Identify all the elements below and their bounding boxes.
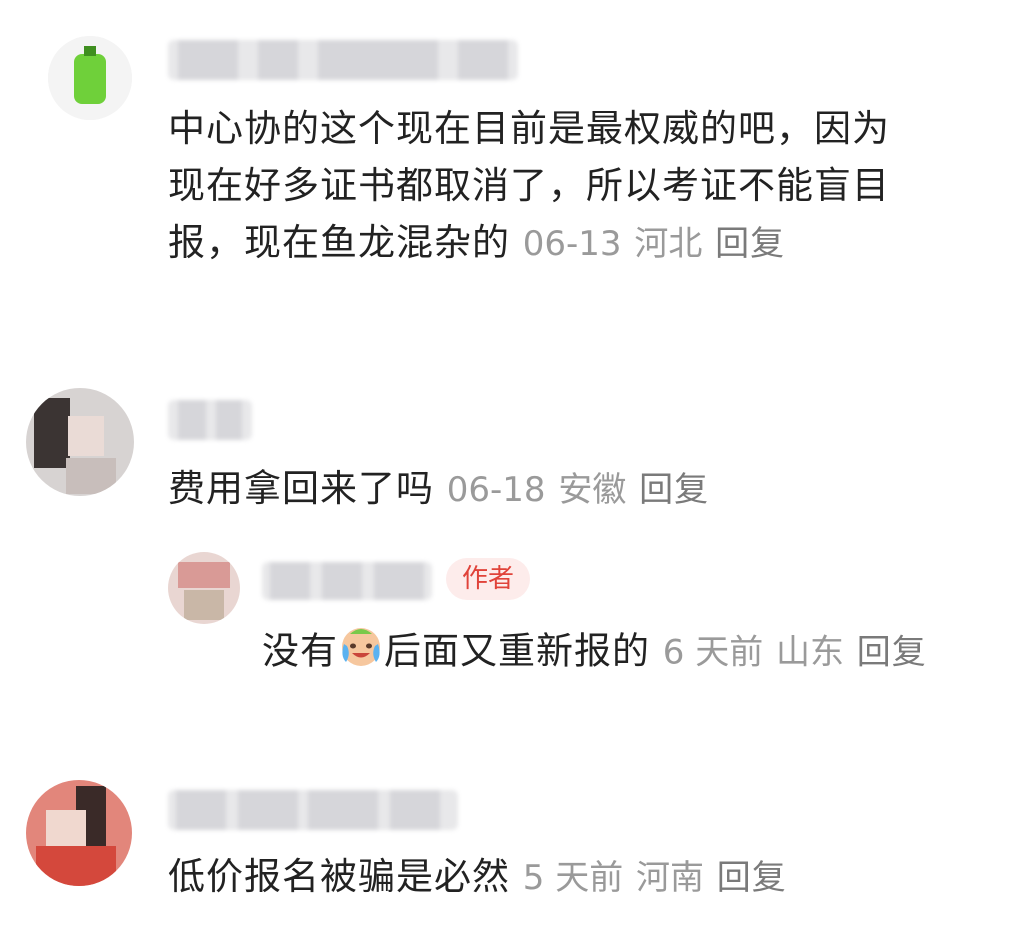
avatar-image — [26, 780, 132, 886]
reply-button[interactable]: 回复 — [639, 470, 709, 510]
reply-date: 6 天前 — [662, 632, 764, 673]
author-badge: 作者 — [446, 558, 531, 600]
comment-location: 河北 — [634, 224, 703, 264]
username-blurred[interactable] — [262, 562, 432, 600]
comment-location: 安徽 — [558, 470, 627, 510]
avatar[interactable] — [48, 36, 132, 120]
reply-button[interactable]: 回复 — [717, 858, 787, 898]
username-blurred[interactable] — [168, 40, 518, 80]
comment-text: 中心协的这个现在目前是最权威的吧，因为 现在好多证书都取消了，所以考证不能盲目 … — [168, 100, 988, 273]
comment-line: 中心协的这个现在目前是最权威的吧，因为 — [168, 107, 890, 150]
reply-text: 没有 后面又重新报的 6 天前 山东 回复 — [262, 622, 1002, 684]
reply-text-after: 后面又重新报的 — [384, 629, 650, 673]
comment-date: 06-13 — [522, 224, 622, 264]
comment-line: 现在好多证书都取消了，所以考证不能盲目 — [168, 164, 890, 207]
comment-line-text: 低价报名被骗是必然 — [168, 855, 510, 898]
reply-text-before: 没有 — [262, 629, 338, 673]
avatar[interactable] — [26, 780, 132, 886]
comment-text: 低价报名被骗是必然 5 天前 河南 回复 — [168, 848, 988, 907]
comment-line-text: 报，现在鱼龙混杂的 — [168, 221, 510, 264]
comment-date: 06-18 — [446, 470, 546, 510]
reply-button[interactable]: 回复 — [715, 224, 785, 264]
comment-line-text: 费用拿回来了吗 — [168, 467, 434, 510]
comment-text: 费用拿回来了吗 06-18 安徽 回复 — [168, 460, 988, 519]
avatar-image — [48, 36, 132, 120]
username-blurred[interactable] — [168, 400, 252, 440]
avatar[interactable] — [168, 552, 240, 624]
crying-laughing-emoji-icon — [338, 622, 384, 684]
comment-location: 河南 — [635, 858, 704, 898]
reply-button[interactable]: 回复 — [857, 633, 927, 673]
avatar[interactable] — [26, 388, 134, 496]
reply-location: 山东 — [775, 632, 844, 673]
username-blurred[interactable] — [168, 790, 458, 830]
avatar-image — [26, 388, 134, 496]
comment-line: 报，现在鱼龙混杂的 06-13 河北 回复 — [168, 214, 988, 273]
avatar-image — [168, 552, 240, 624]
comment-date: 5 天前 — [522, 858, 624, 898]
